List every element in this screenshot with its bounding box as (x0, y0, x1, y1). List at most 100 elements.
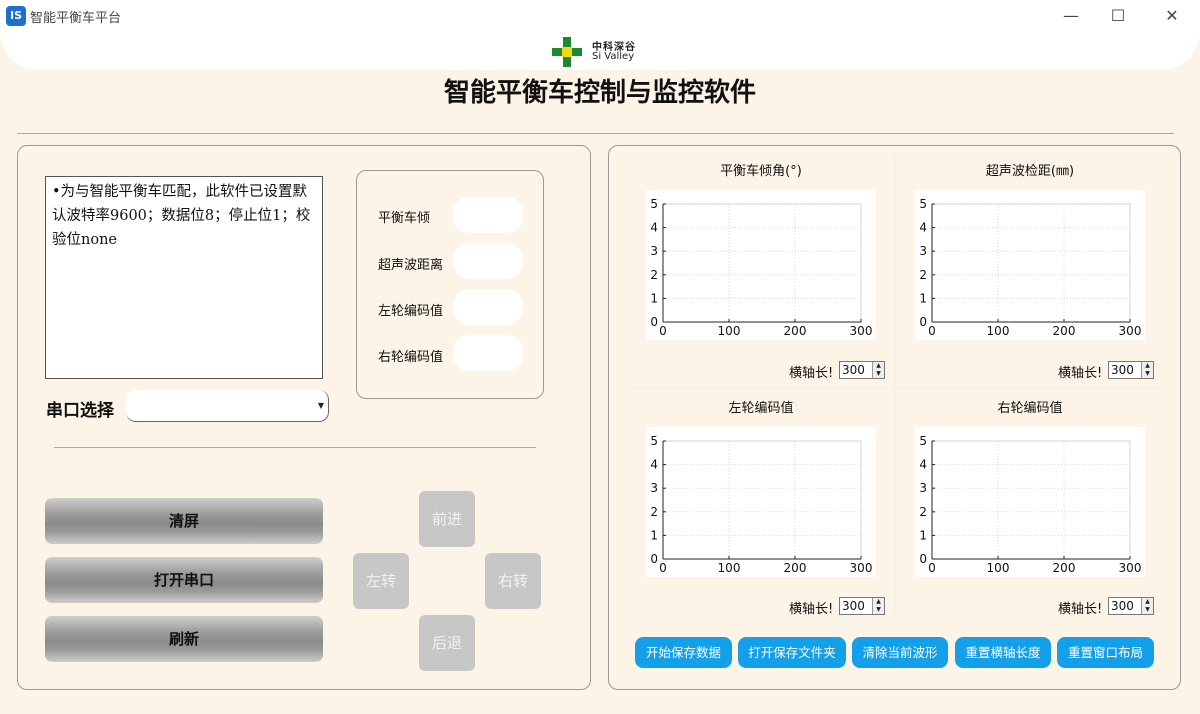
minimize-button[interactable]: — (1059, 5, 1083, 27)
y-tick-label: 1 (919, 291, 927, 305)
spin-arrows-icon[interactable]: ▲ ▼ (872, 598, 884, 614)
right-encoder-label: 右轮编码值 (378, 350, 444, 365)
serial-port-select[interactable]: ▼ (126, 390, 329, 422)
y-tick-label: 4 (919, 221, 927, 235)
open-port-button[interactable]: 打开串口 (45, 557, 323, 603)
turn-left-button[interactable]: 左转 (353, 553, 409, 609)
y-tick-label: 0 (650, 552, 658, 566)
reset-window-layout-button[interactable]: 重置窗口布局 (1057, 637, 1154, 668)
y-tick-label: 1 (650, 291, 658, 305)
y-tick-label: 5 (650, 197, 658, 211)
spin-arrows-icon[interactable]: ▲ ▼ (1141, 362, 1153, 378)
axis-length-label-tilt: 横轴长! (789, 366, 834, 381)
app-icon: IS (6, 6, 26, 26)
quadrant-divider-vertical (894, 154, 895, 614)
x-tick-label: 200 (784, 561, 807, 575)
y-tick-label: 3 (650, 244, 658, 258)
page-title: 智能平衡车控制与监控软件 (443, 78, 756, 108)
x-tick-label: 300 (1119, 324, 1142, 338)
refresh-button[interactable]: 刷新 (45, 616, 323, 662)
backward-button[interactable]: 后退 (419, 615, 475, 671)
chart-background (915, 427, 1145, 577)
axis-length-spinner-right-encoder[interactable]: 300 ▲ ▼ (1108, 597, 1154, 615)
x-tick-label: 100 (718, 324, 741, 338)
x-tick-label: 0 (928, 561, 936, 575)
y-tick-label: 5 (919, 434, 927, 448)
chart-title-left-encoder: 左轮编码值 (728, 401, 794, 416)
axis-length-label-left-encoder: 横轴长! (789, 602, 834, 617)
axis-length-value: 300 (1111, 363, 1134, 377)
chart-title-right-encoder: 右轮编码值 (997, 401, 1063, 416)
forward-button[interactable]: 前进 (419, 491, 475, 547)
y-tick-label: 1 (650, 528, 658, 542)
window-titlebar: IS 智能平衡车平台 — ☐ ✕ (0, 0, 1200, 32)
y-tick-label: 0 (650, 315, 658, 329)
clear-screen-button[interactable]: 清屏 (45, 498, 323, 544)
tilt-value-field[interactable] (453, 197, 523, 233)
chart-background (646, 427, 876, 577)
x-tick-label: 200 (1053, 324, 1076, 338)
serial-notice-textarea[interactable]: •为与智能平衡车匹配，此软件已设置默认波特率9600；数据位8；停止位1；校验位… (45, 176, 323, 379)
x-tick-label: 200 (784, 324, 807, 338)
x-tick-label: 100 (987, 324, 1010, 338)
x-tick-label: 300 (850, 561, 873, 575)
axis-length-value: 300 (842, 363, 865, 377)
left-encoder-label: 左轮编码值 (378, 304, 444, 319)
y-tick-label: 2 (919, 505, 927, 519)
axis-length-spinner-ultrasonic[interactable]: 300 ▲ ▼ (1108, 361, 1154, 379)
tilt-label: 平衡车倾 (378, 211, 431, 226)
ultrasonic-value-field[interactable] (453, 243, 523, 279)
x-tick-label: 300 (850, 324, 873, 338)
window-title: 智能平衡车平台 (30, 11, 122, 26)
axis-length-label-ultrasonic: 横轴长! (1058, 366, 1103, 381)
open-save-folder-button[interactable]: 打开保存文件夹 (738, 637, 846, 668)
y-tick-label: 2 (650, 268, 658, 282)
axis-length-spinner-tilt[interactable]: 300 ▲ ▼ (839, 361, 885, 379)
serial-port-label: 串口选择 (46, 401, 114, 421)
x-tick-label: 0 (659, 324, 667, 338)
turn-right-button[interactable]: 右转 (485, 553, 541, 609)
x-tick-label: 300 (1119, 561, 1142, 575)
y-tick-label: 1 (919, 528, 927, 542)
start-save-data-button[interactable]: 开始保存数据 (635, 637, 732, 668)
y-tick-label: 0 (919, 552, 927, 566)
y-tick-label: 4 (650, 458, 658, 472)
y-tick-label: 4 (919, 458, 927, 472)
top-divider (17, 133, 1174, 134)
reset-axis-length-button[interactable]: 重置横轴长度 (955, 637, 1051, 668)
y-tick-label: 2 (919, 268, 927, 282)
quadrant-divider-horizontal (626, 387, 1166, 388)
y-tick-label: 5 (919, 197, 927, 211)
y-tick-label: 2 (650, 505, 658, 519)
close-button[interactable]: ✕ (1160, 5, 1184, 27)
chart-ultrasonic: 0 100 200 300 0 1 2 3 4 5 (915, 190, 1145, 340)
x-tick-label: 0 (928, 324, 936, 338)
y-tick-label: 3 (919, 244, 927, 258)
x-tick-label: 200 (1053, 561, 1076, 575)
chart-left-encoder: 0 100 200 300 0 1 2 3 4 5 (646, 427, 876, 577)
clear-waveform-button[interactable]: 清除当前波形 (852, 637, 948, 668)
right-encoder-value-field[interactable] (453, 335, 523, 371)
chart-background (646, 190, 876, 340)
spin-arrows-icon[interactable]: ▲ ▼ (1141, 598, 1153, 614)
spin-arrows-icon[interactable]: ▲ ▼ (872, 362, 884, 378)
y-tick-label: 5 (650, 434, 658, 448)
y-tick-label: 3 (919, 481, 927, 495)
chart-tilt: 0 100 200 300 0 1 2 3 4 5 (646, 190, 876, 340)
axis-length-value: 300 (842, 599, 865, 613)
chart-title-ultrasonic: 超声波检距(㎜) (985, 164, 1075, 179)
maximize-button[interactable]: ☐ (1106, 5, 1130, 27)
left-encoder-value-field[interactable] (453, 289, 523, 325)
chart-right-encoder: 0 100 200 300 0 1 2 3 4 5 (915, 427, 1145, 577)
x-tick-label: 0 (659, 561, 667, 575)
ultrasonic-label: 超声波距离 (378, 258, 444, 273)
x-tick-label: 100 (987, 561, 1010, 575)
axis-length-spinner-left-encoder[interactable]: 300 ▲ ▼ (839, 597, 885, 615)
y-tick-label: 0 (919, 315, 927, 329)
y-tick-label: 4 (650, 221, 658, 235)
chevron-down-icon[interactable]: ▼ (318, 401, 324, 410)
axis-length-label-right-encoder: 横轴长! (1058, 602, 1103, 617)
chart-title-tilt: 平衡车倾角(°) (720, 164, 802, 179)
chart-background (915, 190, 1145, 340)
section-divider (54, 447, 536, 448)
